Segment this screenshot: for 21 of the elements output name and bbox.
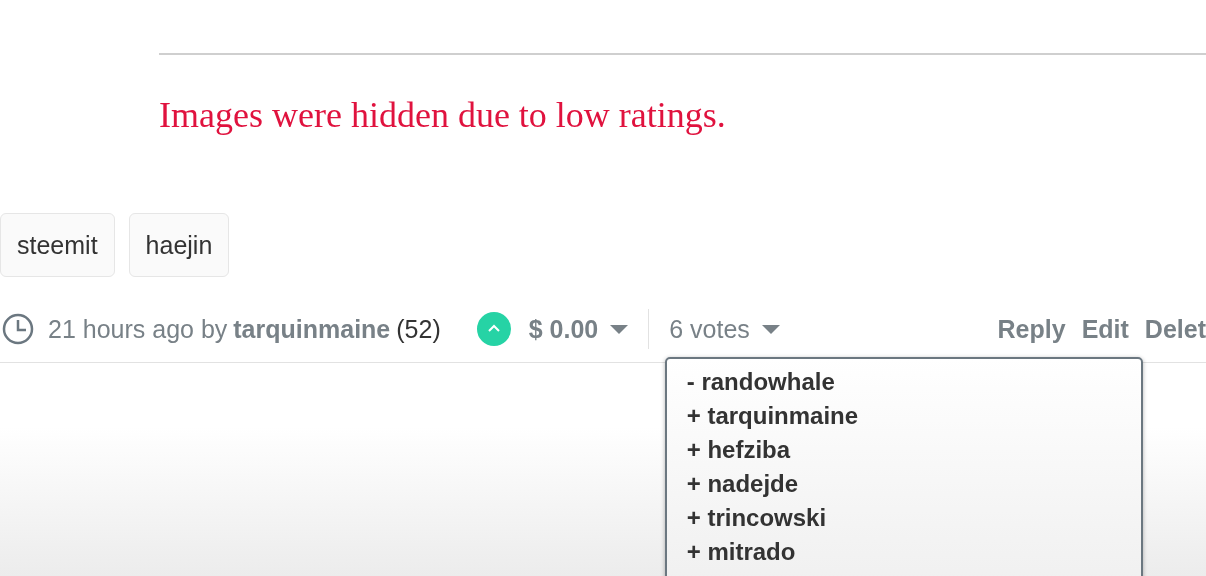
- reputation: (52): [396, 314, 441, 344]
- clock-icon: [2, 313, 34, 345]
- post-time: 21 hours ago by: [48, 314, 228, 344]
- tag-link[interactable]: haejin: [128, 213, 230, 277]
- author-link[interactable]: tarquinmaine: [233, 314, 391, 344]
- voter-link[interactable]: + mitrado: [686, 535, 1121, 569]
- payout-dropdown[interactable]: $ 0.00: [528, 314, 629, 344]
- voter-link[interactable]: + tarquinmaine: [686, 399, 1121, 433]
- upvote-button[interactable]: [476, 312, 511, 346]
- voter-link[interactable]: + hefziba: [686, 433, 1121, 467]
- action-link[interactable]: Edit: [1081, 314, 1129, 344]
- hidden-images-notice: Images were hidden due to low ratings.: [159, 95, 727, 135]
- caret-icon: [761, 324, 780, 334]
- votes-dropdown[interactable]: 6 votes: [669, 314, 780, 344]
- caret-icon: [610, 324, 629, 334]
- tag-link[interactable]: steemit: [0, 213, 115, 277]
- voter-link[interactable]: + trincowski: [686, 501, 1121, 535]
- voter-link[interactable]: - randowhale: [686, 365, 1121, 399]
- action-link[interactable]: Delet: [1144, 314, 1206, 344]
- action-link[interactable]: Reply: [997, 314, 1066, 344]
- voter-link[interactable]: + nadejde: [686, 467, 1121, 501]
